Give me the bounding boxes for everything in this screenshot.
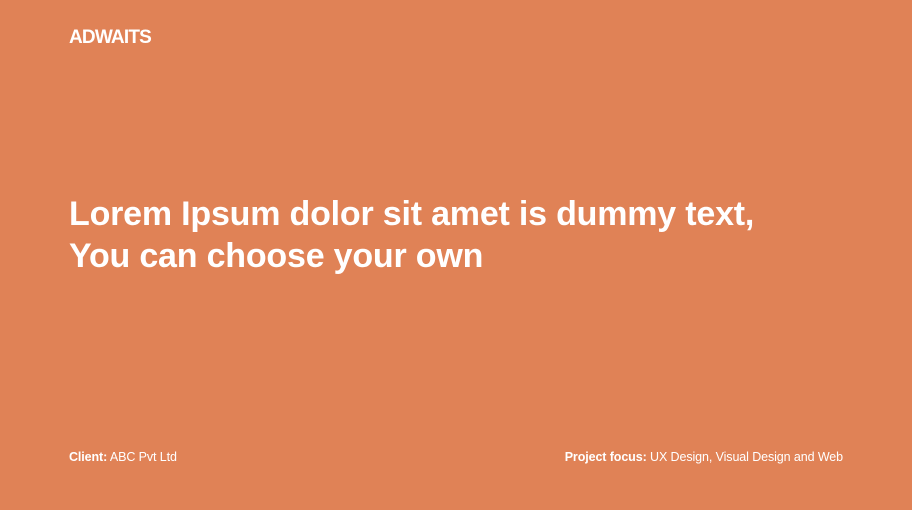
headline-line-2: You can choose your own <box>69 237 484 275</box>
client-value: ABC Pvt Ltd <box>109 450 177 464</box>
headline-line-1: Lorem Ipsum dolor sit amet is dummy text… <box>69 195 755 233</box>
client-info: Client: ABC Pvt Ltd <box>69 449 177 465</box>
project-focus-info: Project focus: UX Design, Visual Design … <box>565 449 843 465</box>
slide-headline: Lorem Ipsum dolor sit amet is dummy text… <box>69 193 889 277</box>
client-label: Client: <box>69 450 108 464</box>
brand-logo: ADWAITS <box>69 27 152 48</box>
project-focus-value: UX Design, Visual Design and Web <box>650 450 843 464</box>
presentation-slide: ADWAITS Lorem Ipsum dolor sit amet is du… <box>0 0 912 510</box>
project-focus-label: Project focus: <box>564 450 647 464</box>
